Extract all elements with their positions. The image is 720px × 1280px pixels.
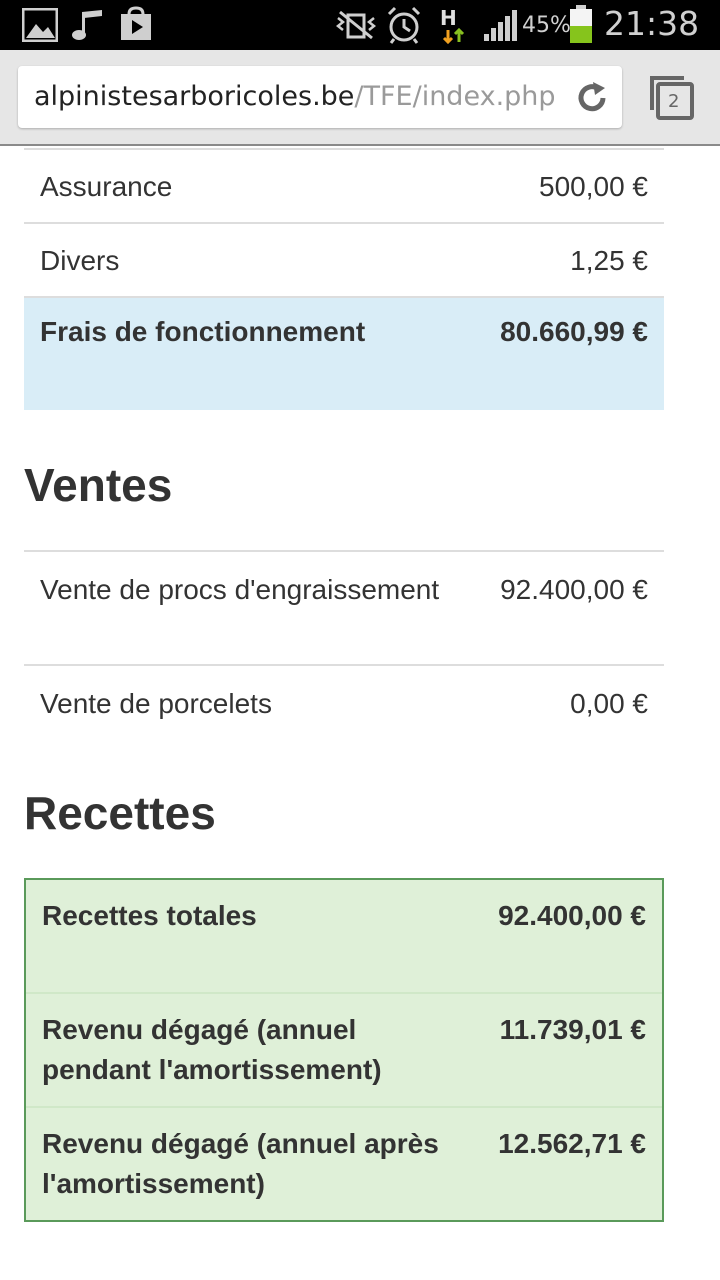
section-heading-ventes: Ventes [24,459,173,511]
tabs-button[interactable]: 2 [648,74,696,122]
table-row: Revenu dégagé (annuel pendant l'amortiss… [26,994,662,1108]
row-value: 11.739,01 € [499,1014,646,1045]
row-value: 1,25 € [570,245,648,276]
row-label: Recettes totales [42,900,257,931]
music-icon [72,10,102,40]
row-label: Assurance [40,171,173,202]
row-value: 500,00 € [539,171,648,202]
section-heading-recettes: Recettes [24,787,216,839]
ventes-table: Vente de procs d'engraissement 92.400,00… [24,550,664,742]
reload-icon[interactable] [574,80,610,116]
table-row: Assurance 500,00 € [24,150,664,224]
row-value: 0,00 € [570,688,648,719]
table-row: Recettes totales 92.400,00 € [26,880,662,994]
play-store-icon [121,6,151,40]
gallery-icon [22,8,58,42]
alarm-icon [387,6,421,44]
table-row: Divers 1,25 € [24,224,664,298]
url-path: /TFE/index.php [354,81,554,112]
table-row: Vente de procs d'engraissement 92.400,00… [24,552,664,666]
battery-icon [570,5,592,43]
table-row: Revenu dégagé (annuel après l'amortissem… [26,1108,662,1220]
url-domain: alpinistesarboricoles.be [34,81,355,112]
network-type-label: H [440,6,457,30]
clock: 21:38 [604,4,700,43]
row-label: Vente de porcelets [40,688,272,719]
total-label: Frais de fonctionnement [40,316,366,347]
frais-table: Assurance 500,00 € Divers 1,25 € Frais d… [24,148,664,410]
browser-toolbar: alpinistesarboricoles.be/TFE/index.php 2 [0,50,720,146]
row-value: 12.562,71 € [498,1128,646,1159]
vibrate-off-icon [336,10,376,40]
row-label: Revenu dégagé (annuel pendant l'amortiss… [42,1014,382,1085]
recettes-table: Recettes totales 92.400,00 € Revenu déga… [24,878,664,1222]
row-value: 92.400,00 € [500,574,648,605]
row-label: Revenu dégagé (annuel après l'amortissem… [42,1128,439,1199]
url-text[interactable]: alpinistesarboricoles.be/TFE/index.php [34,81,554,112]
total-value: 80.660,99 € [500,316,648,347]
signal-icon [484,10,517,41]
battery-percent: 45% [522,13,571,38]
tab-count: 2 [668,91,680,112]
row-value: 92.400,00 € [498,900,646,931]
row-label: Divers [40,245,120,276]
total-row: Frais de fonctionnement 80.660,99 € [24,298,664,410]
table-row: Vente de porcelets 0,00 € [24,666,664,742]
status-bar: H 45% 21:38 [0,0,720,50]
address-bar[interactable]: alpinistesarboricoles.be/TFE/index.php [18,66,622,128]
data-transfer-icon [442,28,465,44]
row-label: Vente de procs d'engraissement [40,574,440,605]
